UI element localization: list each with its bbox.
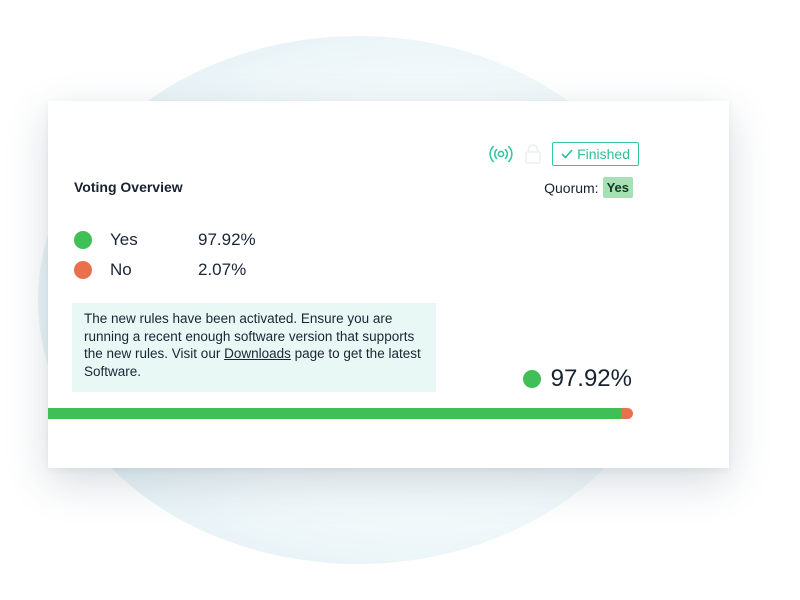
quorum-value-badge: Yes xyxy=(602,177,633,198)
quorum-label: Quorum: xyxy=(544,179,599,196)
rules-notice: The new rules have been activated. Ensur… xyxy=(72,303,436,392)
yes-label: Yes xyxy=(110,230,138,249)
voting-overview-card: Finished Voting Overview Quorum: Yes Yes… xyxy=(48,101,729,468)
finished-label: Finished xyxy=(577,146,630,162)
no-label: No xyxy=(110,260,132,279)
results-list: Yes 97.92% No 2.07% xyxy=(74,225,256,285)
no-dot-icon xyxy=(74,261,92,279)
status-row: Finished xyxy=(488,142,639,166)
check-icon xyxy=(561,149,573,159)
yes-dot-icon xyxy=(74,231,92,249)
leading-dot-icon xyxy=(522,370,541,388)
result-row-no: No 2.07% xyxy=(74,255,256,285)
progress-yes-segment xyxy=(48,408,621,419)
quorum-indicator: Quorum: Yes xyxy=(544,177,633,198)
broadcast-icon xyxy=(489,145,513,163)
leading-result: 97.92% xyxy=(522,365,632,393)
progress-no-segment xyxy=(620,408,633,419)
lock-icon xyxy=(525,144,541,164)
downloads-link[interactable]: Downloads xyxy=(224,346,291,361)
vote-progress-bar xyxy=(48,408,633,419)
yes-percentage: 97.92% xyxy=(198,230,256,249)
leading-percentage: 97.92% xyxy=(550,365,632,392)
section-title: Voting Overview xyxy=(74,179,183,195)
result-row-yes: Yes 97.92% xyxy=(74,225,256,255)
no-percentage: 2.07% xyxy=(198,260,247,279)
finished-status-badge: Finished xyxy=(552,142,639,166)
